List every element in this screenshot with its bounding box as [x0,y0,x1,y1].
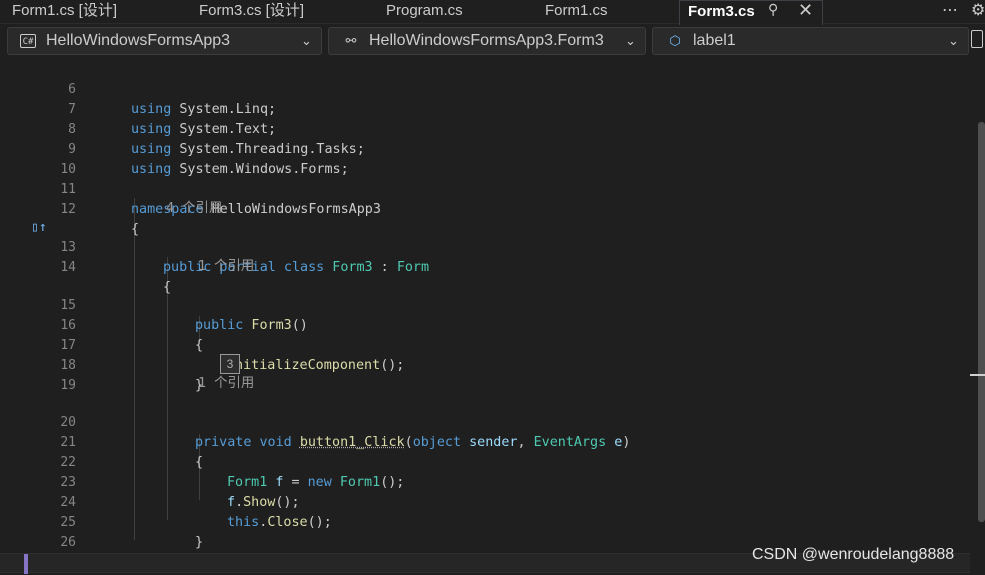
document-tab-strip: Form1.cs [设计] Form3.cs [设计] Program.cs F… [0,0,985,25]
change-indicator [24,554,28,574]
reference-count-lens[interactable]: 1 个引用 [198,257,254,276]
code-line: 19 [60,378,76,393]
class-icon: ⚯ [345,33,357,48]
code-line: 25 } [60,515,204,550]
tab-form1-designer[interactable]: Form1.cs [设计] [12,0,117,24]
reference-count-lens[interactable]: 4 个引用 [166,199,222,218]
scrollbar-caret-marker [970,374,985,376]
scrollbar-thumb[interactable] [978,122,985,522]
code-line: 7 using System.Text; [68,102,277,137]
member-dropdown[interactable]: ⬡ label1 ⌄ [652,27,969,55]
tab-form3-cs-label: Form3.cs [688,3,755,20]
ellipsis-icon[interactable]: ⋯ [942,0,959,19]
gear-icon[interactable]: ⚙ [971,0,985,19]
code-line: 16 { [60,318,204,353]
type-dropdown[interactable]: ⚯ HelloWindowsFormsApp3.Form3 ⌄ [328,27,646,55]
split-editor-icon[interactable] [971,30,983,48]
code-line: 21 { [60,435,204,470]
tab-form1-cs[interactable]: Form1.cs [545,0,608,24]
code-line: 11 namespace HelloWindowsFormsApp3 [60,182,381,217]
member-name: label1 [693,32,736,49]
code-line: 9 using System.Windows.Forms; [68,142,349,177]
close-icon[interactable]: ✕ [798,0,813,21]
code-line: 22 Form1 f = new Form1(); [60,455,405,490]
watermark: CSDN @wenroudelang8888 [752,546,955,563]
code-line: 8 using System.Threading.Tasks; [68,122,365,157]
pin-icon[interactable]: ⚲ [768,2,778,18]
reference-count-lens[interactable]: 1 个引用 [198,374,254,393]
code-line: 18 } [60,358,204,393]
project-dropdown[interactable]: C# HelloWindowsFormsApp3 ⌄ [7,27,322,55]
inline-hint-badge[interactable]: 3 [220,354,240,374]
code-line: 10 [60,162,76,177]
code-line: 20 private void button1_Click(object sen… [60,415,631,450]
code-line: 6 using System.Linq; [68,82,277,117]
code-line: 12 { [60,202,140,237]
field-icon: ⬡ [669,33,681,48]
code-line: 17 InitializeComponent(); [60,338,405,373]
code-editor[interactable]: 6 using System.Linq; 7 using System.Text… [0,58,985,575]
code-line: 15 public Form3() [60,298,308,333]
navigation-bar: C# HelloWindowsFormsApp3 ⌄ ⚯ HelloWindow… [0,25,985,58]
tab-form3-designer[interactable]: Form3.cs [设计] [199,0,304,24]
type-name: HelloWindowsFormsApp3.Form3 [369,32,604,49]
chevron-down-icon: ⌄ [948,33,959,48]
project-name: HelloWindowsFormsApp3 [46,32,231,49]
code-line: 24 this.Close(); [60,495,332,530]
chevron-down-icon: ⌄ [301,33,312,48]
chevron-down-icon: ⌄ [625,33,636,48]
code-line: 23 f.Show(); [60,475,300,510]
csharp-project-icon: C# [20,34,36,48]
code-line: 14 { [60,260,172,295]
code-line: 13 public partial class Form3 : Form [60,240,430,275]
tab-program-cs[interactable]: Program.cs [386,0,463,24]
code-line: 26 } [60,535,171,570]
